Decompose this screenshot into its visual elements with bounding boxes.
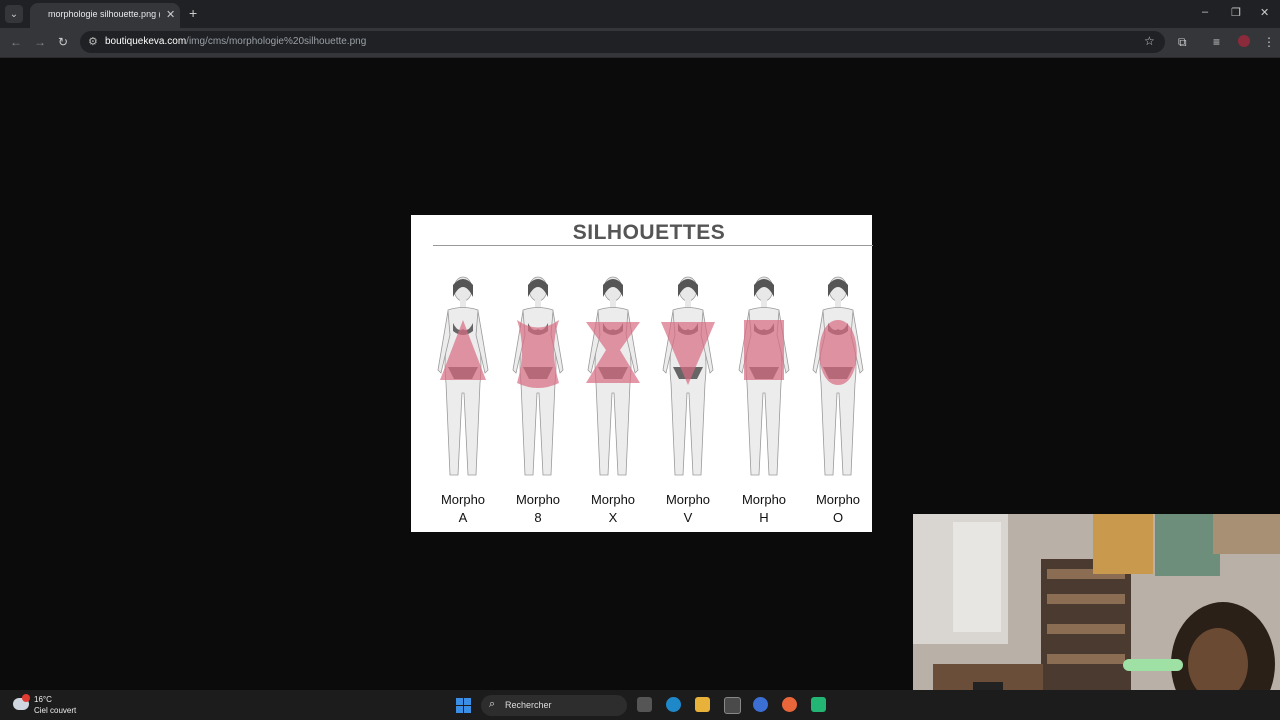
image-title: SILHOUETTES: [572, 221, 726, 244]
caption-line1: Morpho: [590, 492, 636, 507]
profile-avatar[interactable]: [1238, 35, 1250, 47]
caption-line1: Morpho: [440, 492, 486, 507]
tab-close-icon[interactable]: ✕: [166, 8, 175, 21]
figure-morpho-o: [812, 276, 864, 476]
figure-morpho-x: [586, 276, 640, 476]
menu-icon[interactable]: ⋮: [1263, 35, 1275, 49]
media-icon[interactable]: ≡: [1213, 35, 1220, 49]
minimize-button[interactable]: –: [1202, 6, 1208, 18]
extensions-icon[interactable]: ⧉: [1178, 35, 1187, 50]
site-info-icon[interactable]: ⚙: [88, 35, 98, 48]
taskbar: 16°C Ciel couvert ⌕ Rechercher: [0, 690, 1280, 720]
caption-line1: Morpho: [665, 492, 711, 507]
figure-morpho-8: [512, 276, 564, 476]
weather-condition[interactable]: Ciel couvert: [34, 706, 76, 715]
figure-morpho-v: [661, 276, 715, 476]
caption-morpho-x: Morpho X: [578, 491, 648, 527]
caption-line1: Morpho: [741, 492, 787, 507]
browser-toolbar: ← → ↻ ⚙ boutiquekeva.com/img/cms/morphol…: [0, 28, 1280, 58]
figure-morpho-h: [738, 276, 790, 476]
caption-line2: H: [759, 510, 769, 525]
caption-line2: V: [683, 510, 693, 525]
caption-line2: X: [608, 510, 618, 525]
url-host: boutiquekeva.com: [105, 36, 187, 47]
chrome-icon[interactable]: [753, 697, 768, 712]
caption-morpho-a: Morpho A: [428, 491, 498, 527]
title-divider: [433, 245, 873, 246]
taskbar-search[interactable]: ⌕ Rechercher: [481, 695, 627, 716]
caption-line2: O: [832, 510, 844, 525]
address-bar[interactable]: ⚙ boutiquekeva.com/img/cms/morphologie%2…: [80, 31, 1165, 53]
bookmark-star-icon[interactable]: ☆: [1144, 34, 1155, 48]
notification-badge: [22, 694, 30, 702]
search-label: Rechercher: [505, 700, 552, 710]
displayed-image: SILHOUETTES Morpho A Morpho 8 Morpho X Morpho V…: [411, 215, 873, 532]
store-icon[interactable]: [724, 697, 741, 714]
close-window-button[interactable]: ✕: [1260, 6, 1269, 19]
restore-button[interactable]: ❐: [1231, 6, 1241, 19]
windows-start-icon[interactable]: [456, 698, 471, 713]
tab-title: morphologie silhouette.png (6: [48, 9, 160, 19]
caption-line2: A: [458, 510, 468, 525]
search-icon: ⌕: [489, 698, 496, 710]
caption-line1: Morpho: [515, 492, 561, 507]
weather-temperature[interactable]: 16°C: [34, 695, 52, 704]
firefox-icon[interactable]: [782, 697, 797, 712]
caption-line1: Morpho: [815, 492, 861, 507]
reload-icon[interactable]: ↻: [58, 35, 68, 49]
new-tab-button[interactable]: +: [189, 5, 197, 21]
caption-morpho-o: Morpho O: [803, 491, 873, 527]
figure-morpho-a: [437, 276, 489, 476]
back-arrow-icon[interactable]: ←: [10, 35, 22, 49]
forward-arrow-icon[interactable]: →: [34, 35, 46, 49]
file-explorer-icon[interactable]: [695, 697, 710, 712]
caption-line2: 8: [534, 510, 542, 525]
edge-icon[interactable]: [666, 697, 681, 712]
caption-morpho-h: Morpho H: [729, 491, 799, 527]
tab-strip: ⌄ morphologie silhouette.png (6 ✕ + – ❐ …: [0, 0, 1280, 28]
url-text[interactable]: boutiquekeva.com/img/cms/morphologie%20s…: [105, 36, 366, 47]
app-icon[interactable]: [811, 697, 826, 712]
tab-search-button[interactable]: ⌄: [5, 5, 23, 23]
url-path: /img/cms/morphologie%20silhouette.png: [186, 36, 367, 47]
tab-active[interactable]: morphologie silhouette.png (6 ✕: [30, 3, 180, 28]
caption-morpho-v: Morpho V: [653, 491, 723, 527]
caption-morpho-8: Morpho 8: [503, 491, 573, 527]
task-view-icon[interactable]: [637, 697, 652, 712]
